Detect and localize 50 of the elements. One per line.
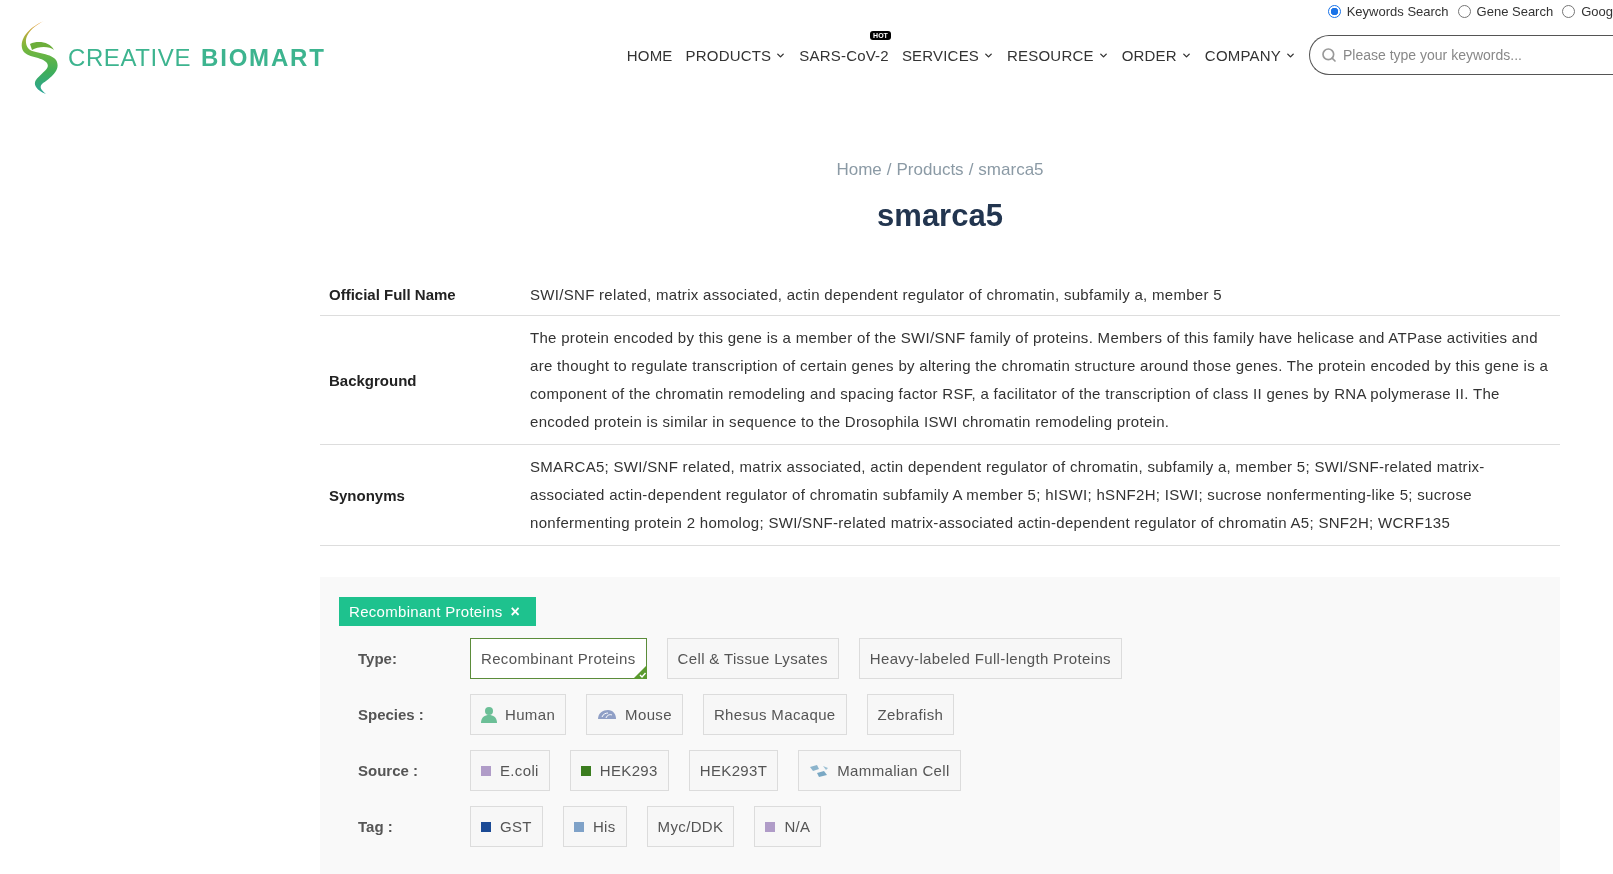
detail-label: Synonyms (328, 486, 406, 504)
detail-value: SWI/SNF related, matrix associated, actin dependent regulator of chromatin, subfamily a, member 5 (530, 284, 1223, 305)
filter-option[interactable]: Mouse (586, 694, 683, 735)
search-field[interactable]: Please type your keywords... (1309, 35, 1613, 75)
filter-label: Type: (357, 650, 398, 667)
person-icon (481, 706, 497, 723)
check-corner-icon (632, 665, 647, 679)
filter-option[interactable]: His (562, 806, 627, 847)
filter-option[interactable]: Rhesus Macaque (702, 694, 847, 735)
radio-button[interactable] (1457, 4, 1471, 18)
filter-label: Source : (357, 762, 419, 779)
filter-option[interactable]: HEK293T (688, 750, 779, 791)
filter-option[interactable]: GST (470, 806, 543, 847)
filter-option[interactable]: Zebrafish (866, 694, 955, 735)
radio-label: Keywords Search (1346, 3, 1449, 19)
radio-label: Goog (1581, 3, 1613, 19)
nav-link[interactable]: HOME (626, 46, 673, 64)
filter-option[interactable]: Myc/DDK (646, 806, 735, 847)
filter-option[interactable]: Human (470, 694, 567, 735)
nav-link[interactable]: PRODUCTS (685, 46, 772, 64)
breadcrumb-separator: / (968, 160, 974, 180)
radio-label: Gene Search (1476, 3, 1554, 19)
filter-option[interactable]: Recombinant Proteins (470, 638, 647, 679)
filter-option[interactable]: Mammalian Cell (798, 750, 961, 791)
logo-word: BIOMART (201, 43, 326, 72)
nav-link[interactable]: SERVICES (901, 46, 980, 64)
filter-label: Species : (357, 706, 425, 723)
nav-link[interactable]: RESOURCE (1007, 46, 1094, 64)
detail-value: SMARCA5; SWI/SNF related, matrix associated, actin dependent regulator of chromatin, subfamily a, member 5; SWI/SNF-related matrix-associated actin-dependent regulator of chromatin subfamily A member 5; hISWI; hSNF2H; ISWI; sucrose nonfermenting-like 5; sucrose nonfermenting protein 2 homolog; SWI/SNF-related matrix-associated actin-dependent regulator of chromatin A5; SNF2H; WCRF135 (530, 457, 1486, 533)
filter-option[interactable]: HEK293 (569, 750, 669, 791)
filter-option[interactable]: Cell & Tissue Lysates (666, 638, 839, 679)
search-icon (1321, 47, 1337, 63)
detail-value: The protein encoded by this gene is a member of the SWI/SNF family of proteins. Members of this family have helicase and ATPase activities and are thought to regulate transcription of certain genes by altering the chromatin structure around those genes. The protein encoded by this gene is a component of the chromatin remodeling and spacing factor RSF, a facilitator of the transcription of class II genes by RNA polymerase II. The encoded protein is similar in sequence to the Drosophila ISWI chromatin remodeling protein. (530, 328, 1550, 432)
page-title: smarca5 (876, 198, 1004, 234)
detail-label: Official Full Name (328, 286, 457, 303)
detail-label: Background (328, 371, 418, 389)
nav-link[interactable]: SARS-CoV-2 (799, 46, 889, 64)
logo-word: CREATIVE (68, 43, 192, 72)
cells-icon (809, 763, 830, 778)
filter-option[interactable]: N/A (754, 806, 822, 847)
filter-label: Tag : (357, 818, 394, 835)
radio-button[interactable] (1327, 4, 1341, 18)
tag-label: Recombinant Proteins (349, 603, 503, 620)
breadcrumb-separator: / (886, 160, 892, 180)
nav-link[interactable]: COMPANY (1204, 46, 1281, 64)
nav-link[interactable]: ORDER (1121, 46, 1177, 64)
filter-option[interactable]: E.coli (470, 750, 550, 791)
mouse-icon (597, 709, 618, 720)
filter-option[interactable]: Heavy-labeled Full-length Proteins (858, 638, 1122, 679)
radio-button[interactable] (1562, 4, 1576, 18)
